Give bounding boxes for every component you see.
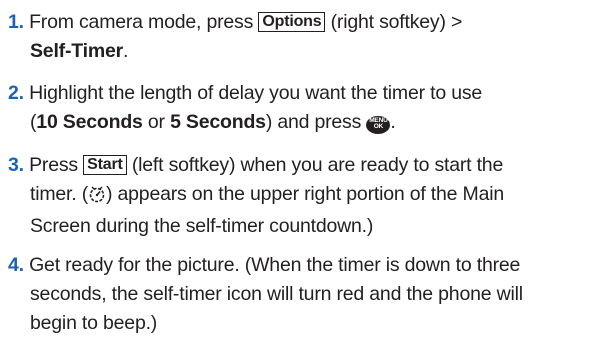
step-number: 3. [8,154,24,176]
menu-ok-key-icon: MENU OK [366,115,391,134]
step-4: 4. Get ready for the picture. (When the … [8,254,523,334]
step-text: (left softkey) when you are ready to sta… [131,154,504,176]
self-timer-label: Self-Timer [30,40,124,62]
step-1: 1. From camera mode, press Options (righ… [8,11,463,62]
step-text: From camera mode, press [29,11,254,33]
step-2: 2. Highlight the length of delay you wan… [8,82,483,134]
step-number: 2. [8,82,24,104]
step-text: (right softkey) > [330,11,463,33]
step-3: 3. Press Start (left softkey) when you a… [8,154,504,237]
step-number: 4. [8,254,24,276]
options-softkey-label: Options [258,12,326,32]
step-number: 1. [8,11,24,33]
step-text: Highlight the length of delay you want t… [29,82,483,104]
instruction-page: 1. From camera mode, press Options (righ… [0,0,613,342]
step-text: Press [29,154,78,176]
step-text: Get ready for the picture. (When the tim… [29,254,521,276]
option-10-seconds: 10 Seconds [36,111,143,133]
self-timer-icon [88,183,106,212]
start-softkey-label: Start [83,155,127,175]
option-5-seconds: 5 Seconds [170,111,266,133]
